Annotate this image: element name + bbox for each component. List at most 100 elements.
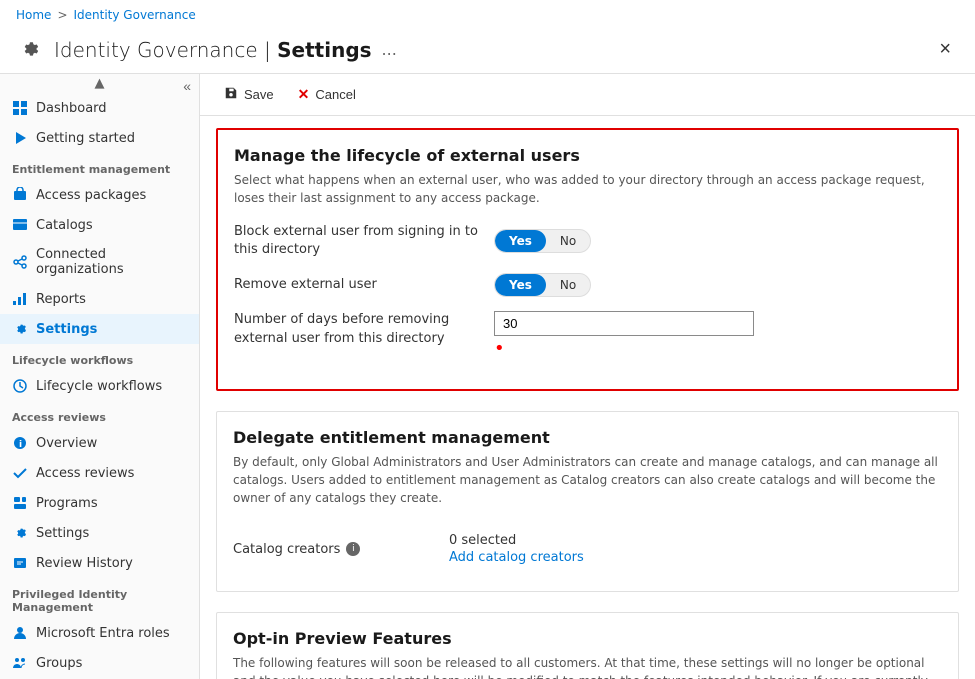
- sidebar-item-review-history[interactable]: Review History: [0, 548, 199, 578]
- block-external-user-row: Block external user from signing in to t…: [234, 223, 941, 259]
- breadcrumb: Home > Identity Governance: [0, 0, 975, 30]
- sidebar-overview-label: Overview: [36, 436, 97, 451]
- access-reviews-section-label: Access reviews: [0, 401, 199, 428]
- sidebar-reports-label: Reports: [36, 292, 86, 307]
- delegate-section-desc: By default, only Global Administrators a…: [233, 453, 942, 507]
- catalog-creators-row: Catalog creators i 0 selected Add catalo…: [233, 523, 942, 575]
- entitlement-management-section: Entitlement management: [0, 153, 199, 180]
- dashboard-icon: [12, 100, 28, 116]
- connected-organizations-icon: [12, 254, 28, 270]
- access-reviews-settings-icon: [12, 525, 28, 541]
- page-title: Identity Governance | Settings: [54, 38, 372, 62]
- save-icon: [224, 86, 238, 103]
- pim-section-label: Privileged Identity Management: [0, 578, 199, 618]
- svg-text:i: i: [19, 440, 22, 450]
- remove-external-user-label: Remove external user: [234, 276, 494, 294]
- sidebar-scroll-up[interactable]: ▲: [0, 74, 199, 93]
- sidebar-getting-started-label: Getting started: [36, 131, 135, 146]
- block-yes-option[interactable]: Yes: [495, 230, 546, 252]
- sidebar-access-reviews-label: Access reviews: [36, 466, 134, 481]
- main-content: Save ✕ Cancel Manage the lifecycle of ex…: [200, 74, 975, 679]
- entra-roles-icon: [12, 625, 28, 641]
- sidebar-connected-orgs-label: Connected organizations: [36, 247, 187, 277]
- gear-icon: [16, 36, 44, 64]
- access-reviews-icon: [12, 465, 28, 481]
- sidebar-item-settings[interactable]: Settings: [0, 314, 199, 344]
- remove-yes-option[interactable]: Yes: [495, 274, 546, 296]
- delegate-section: Delegate entitlement management By defau…: [216, 411, 959, 592]
- optin-section-inner: Opt-in Preview Features The following fe…: [217, 613, 958, 679]
- sidebar-item-access-reviews[interactable]: Access reviews: [0, 458, 199, 488]
- optin-section-desc: The following features will soon be rele…: [233, 654, 942, 679]
- sidebar-entra-roles-label: Microsoft Entra roles: [36, 626, 170, 641]
- toolbar: Save ✕ Cancel: [200, 74, 975, 116]
- page-header: Identity Governance | Settings ... ×: [0, 30, 975, 74]
- remove-external-user-row: Remove external user Yes No: [234, 273, 941, 297]
- lifecycle-section-inner: Manage the lifecycle of external users S…: [218, 130, 957, 389]
- breadcrumb-current[interactable]: Identity Governance: [74, 8, 196, 22]
- lifecycle-workflows-icon: [12, 378, 28, 394]
- sidebar-review-history-label: Review History: [36, 556, 133, 571]
- sidebar-collapse-button[interactable]: «: [183, 78, 191, 94]
- close-button[interactable]: ×: [931, 34, 959, 65]
- cancel-icon: ✕: [298, 86, 310, 103]
- remove-toggle-group[interactable]: Yes No: [494, 273, 591, 297]
- delegate-section-inner: Delegate entitlement management By defau…: [217, 412, 958, 591]
- overview-icon: i: [12, 435, 28, 451]
- block-no-option[interactable]: No: [546, 230, 590, 252]
- remove-toggle: Yes No: [494, 273, 591, 297]
- save-button[interactable]: Save: [216, 82, 282, 107]
- sidebar-item-dashboard[interactable]: Dashboard: [0, 93, 199, 123]
- review-history-icon: [12, 555, 28, 571]
- catalog-creators-label: Catalog creators i: [233, 542, 433, 557]
- block-toggle: Yes No: [494, 229, 591, 253]
- catalog-creators-value: 0 selected Add catalog creators: [449, 533, 584, 565]
- sidebar-item-entra-roles[interactable]: Microsoft Entra roles: [0, 618, 199, 648]
- sidebar-item-programs[interactable]: Programs: [0, 488, 199, 518]
- sidebar-catalogs-label: Catalogs: [36, 218, 93, 233]
- page-header-left: Identity Governance | Settings ...: [16, 36, 397, 64]
- sidebar-access-packages-label: Access packages: [36, 188, 146, 203]
- sidebar-groups-label: Groups: [36, 656, 82, 671]
- days-row: Number of days before removing external …: [234, 311, 941, 359]
- sidebar-item-access-reviews-settings[interactable]: Settings: [0, 518, 199, 548]
- lifecycle-section-desc: Select what happens when an external use…: [234, 171, 941, 207]
- required-indicator: •: [494, 338, 505, 359]
- optin-section: Opt-in Preview Features The following fe…: [216, 612, 959, 679]
- block-toggle-group[interactable]: Yes No: [494, 229, 591, 253]
- sidebar-item-lifecycle-workflows[interactable]: Lifecycle workflows: [0, 371, 199, 401]
- sidebar-item-connected-organizations[interactable]: Connected organizations: [0, 240, 199, 284]
- catalogs-icon: [12, 217, 28, 233]
- days-label: Number of days before removing external …: [234, 311, 494, 347]
- sidebar-item-groups[interactable]: Groups: [0, 648, 199, 678]
- optin-section-title: Opt-in Preview Features: [233, 629, 942, 648]
- getting-started-icon: [12, 130, 28, 146]
- days-input[interactable]: [494, 311, 754, 336]
- remove-no-option[interactable]: No: [546, 274, 590, 296]
- cancel-button[interactable]: ✕ Cancel: [290, 82, 364, 107]
- add-catalog-creators-link[interactable]: Add catalog creators: [449, 550, 584, 565]
- lifecycle-workflows-section: Lifecycle workflows: [0, 344, 199, 371]
- reports-icon: [12, 291, 28, 307]
- groups-icon: [12, 655, 28, 671]
- sidebar-item-access-packages[interactable]: Access packages: [0, 180, 199, 210]
- sidebar-item-reports[interactable]: Reports: [0, 284, 199, 314]
- content-area: Manage the lifecycle of external users S…: [200, 128, 975, 679]
- sidebar-ar-settings-label: Settings: [36, 526, 89, 541]
- sidebar-programs-label: Programs: [36, 496, 98, 511]
- main-layout: « ▲ Dashboard Getting started Entitlemen…: [0, 74, 975, 679]
- catalog-info-icon[interactable]: i: [346, 542, 360, 556]
- sidebar-item-getting-started[interactable]: Getting started: [0, 123, 199, 153]
- sidebar-item-overview[interactable]: i Overview: [0, 428, 199, 458]
- breadcrumb-home[interactable]: Home: [16, 8, 51, 22]
- lifecycle-section: Manage the lifecycle of external users S…: [216, 128, 959, 391]
- sidebar-dashboard-label: Dashboard: [36, 101, 107, 116]
- delegate-section-title: Delegate entitlement management: [233, 428, 942, 447]
- sidebar-item-catalogs[interactable]: Catalogs: [0, 210, 199, 240]
- lifecycle-section-title: Manage the lifecycle of external users: [234, 146, 941, 165]
- breadcrumb-separator: >: [57, 8, 67, 22]
- block-external-user-label: Block external user from signing in to t…: [234, 223, 494, 259]
- settings-icon: [12, 321, 28, 337]
- sidebar: « ▲ Dashboard Getting started Entitlemen…: [0, 74, 200, 679]
- more-options-icon[interactable]: ...: [382, 40, 397, 59]
